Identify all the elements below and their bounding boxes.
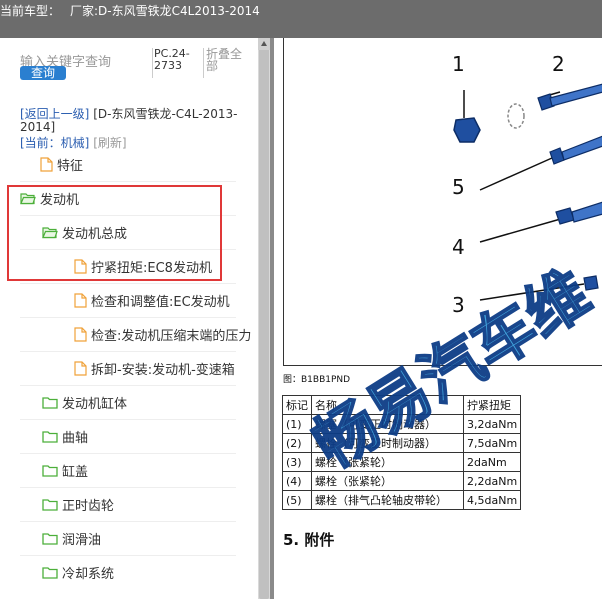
table-cell: 2,2daNm — [462, 471, 522, 491]
callout-4: 4 — [452, 235, 465, 259]
table-cell: 2daNm — [462, 452, 522, 472]
tree-item-cylinder-head[interactable]: 缸盖 — [42, 453, 88, 487]
tree-item-crankshaft[interactable]: 曲轴 — [42, 419, 88, 453]
tree-item-label: 润滑油 — [62, 532, 102, 548]
highlight-box — [7, 185, 222, 281]
title-label: 当前车型： 厂家:D-东风雪铁龙C4L2013-2014 — [0, 2, 260, 19]
tree-item-label: 发动机缸体 — [62, 396, 128, 412]
scrollbar-thumb[interactable] — [259, 40, 269, 599]
back-link[interactable]: [返回上一级] — [20, 107, 89, 121]
table-cell: 4,5daNm — [462, 490, 522, 510]
breadcrumb: [返回上一级] [D-东风雪铁龙-C4L-2013-2014] — [20, 108, 245, 134]
callout-2: 2 — [552, 52, 565, 76]
tree-item-lubrication[interactable]: 润滑油 — [42, 521, 101, 555]
tree-item-label: 冷却系统 — [62, 566, 115, 582]
callout-1: 1 — [452, 52, 465, 76]
left-panel: 输入关键字查询 查询 PC.24-2733 折叠全部 [返回上一级] [D-东风… — [0, 38, 258, 599]
table-row: (5) 螺栓（排气凸轮轴皮带轮） 4,5daNm — [282, 490, 522, 510]
table-cell: 3,2daNm — [462, 414, 522, 434]
tree-item-label: 拆卸-安装:发动机-变速箱 — [91, 362, 235, 378]
refresh-link[interactable]: [刷新] — [93, 136, 126, 150]
divider — [152, 48, 153, 78]
folder-icon — [42, 566, 58, 579]
tree-item-label: 缸盖 — [62, 464, 89, 480]
tree-item-cooling-system[interactable]: 冷却系统 — [42, 555, 114, 589]
table-cell: (4) — [282, 471, 312, 491]
tree-item-engine-block[interactable]: 发动机缸体 — [42, 385, 127, 419]
table-cell: (2) — [282, 433, 312, 453]
table-row: (4) 螺栓（张紧轮） 2,2daNm — [282, 471, 522, 491]
section-title: 5. 附件 — [283, 531, 335, 549]
table-cell: (3) — [282, 452, 312, 472]
table-row: (3) 螺栓（张紧轮） 2daNm — [282, 452, 522, 472]
folder-icon — [42, 464, 58, 477]
divider — [203, 48, 204, 78]
scroll-up-arrow[interactable] — [258, 38, 270, 50]
query-button[interactable]: 查询 — [20, 66, 66, 80]
pc-label: PC.24-2733 — [154, 47, 190, 72]
folder-icon — [42, 532, 58, 545]
document-icon — [74, 326, 87, 342]
tree-item-remove-install[interactable]: 拆卸-安装:发动机-变速箱 — [74, 351, 235, 385]
folder-icon — [42, 396, 58, 409]
tree-item-compression-check[interactable]: 检查:发动机压缩末端的压力 — [74, 317, 251, 351]
title-bar: 当前车型： 厂家:D-东风雪铁龙C4L2013-2014 — [0, 0, 602, 38]
document-icon — [74, 360, 87, 376]
tree-item-check-adjust[interactable]: 检查和调整值:EC发动机 — [74, 283, 230, 317]
tree-item-timing-gear[interactable]: 正时齿轮 — [42, 487, 114, 521]
folder-icon — [42, 430, 58, 443]
callout-5: 5 — [452, 175, 465, 199]
document-icon — [40, 156, 53, 172]
tree-item-label: 特征 — [57, 158, 84, 174]
tree-item-label: 正时齿轮 — [62, 498, 115, 514]
tree-item-label: 检查:发动机压缩末端的压力 — [91, 328, 252, 344]
tree-item-label: 检查和调整值:EC发动机 — [91, 294, 230, 310]
document-icon — [74, 292, 87, 308]
table-cell: 7,5daNm — [462, 433, 522, 453]
arrow-up-icon — [261, 41, 267, 46]
tree-item-label: 曲轴 — [62, 430, 89, 446]
collapse-all-button[interactable]: 折叠全部 — [206, 48, 248, 72]
current-vehicle-label: 当前车型： — [0, 4, 61, 18]
current-vehicle-value: 厂家:D-东风雪铁龙C4L2013-2014 — [70, 4, 260, 18]
table-cell: 螺栓（排气凸轮轴皮带轮） — [311, 490, 464, 510]
folder-icon — [42, 498, 58, 511]
table-cell: (5) — [282, 490, 312, 510]
tree-item-features[interactable]: 特征 — [40, 147, 83, 181]
